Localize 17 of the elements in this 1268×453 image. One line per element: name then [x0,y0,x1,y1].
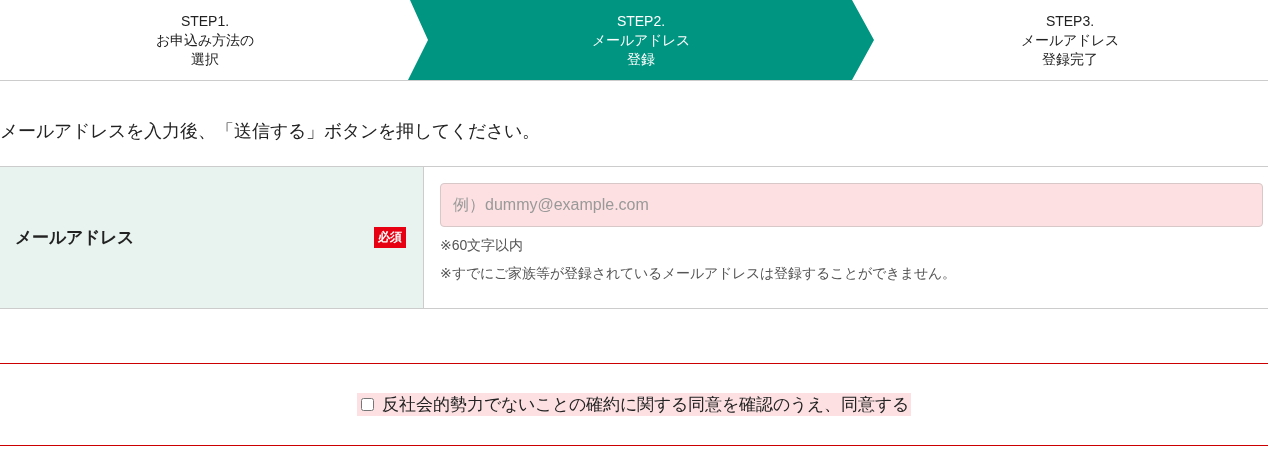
step-label: 選択 [191,49,219,69]
note-text: ※すでにご家族等が登録されているメールアドレスは登録することができません。 [440,265,957,283]
email-input[interactable]: 例）dummy@example.com [440,183,1263,227]
required-badge: 必須 [374,227,406,248]
step-label: メールアドレス [592,30,690,50]
instruction-text: メールアドレスを入力後、「送信する」ボタンを押してください。 [0,120,541,143]
step-label: STEP3. [1045,11,1095,31]
note-text: ※60文字以内 [440,237,525,255]
agreement-checkbox[interactable] [361,398,374,411]
agreement-label: 反社会的勢力でないことの確約に関する同意を確認のうえ、同意する [382,394,909,416]
step-label: STEP2. [616,11,666,31]
step-label: 登録 [627,49,655,69]
field-label: メールアドレス [15,227,134,249]
step-label: 登録完了 [1042,49,1098,69]
step-label: お申込み方法の [156,30,254,50]
step-label: STEP1. [180,11,230,31]
step-label: メールアドレス [1021,30,1119,50]
